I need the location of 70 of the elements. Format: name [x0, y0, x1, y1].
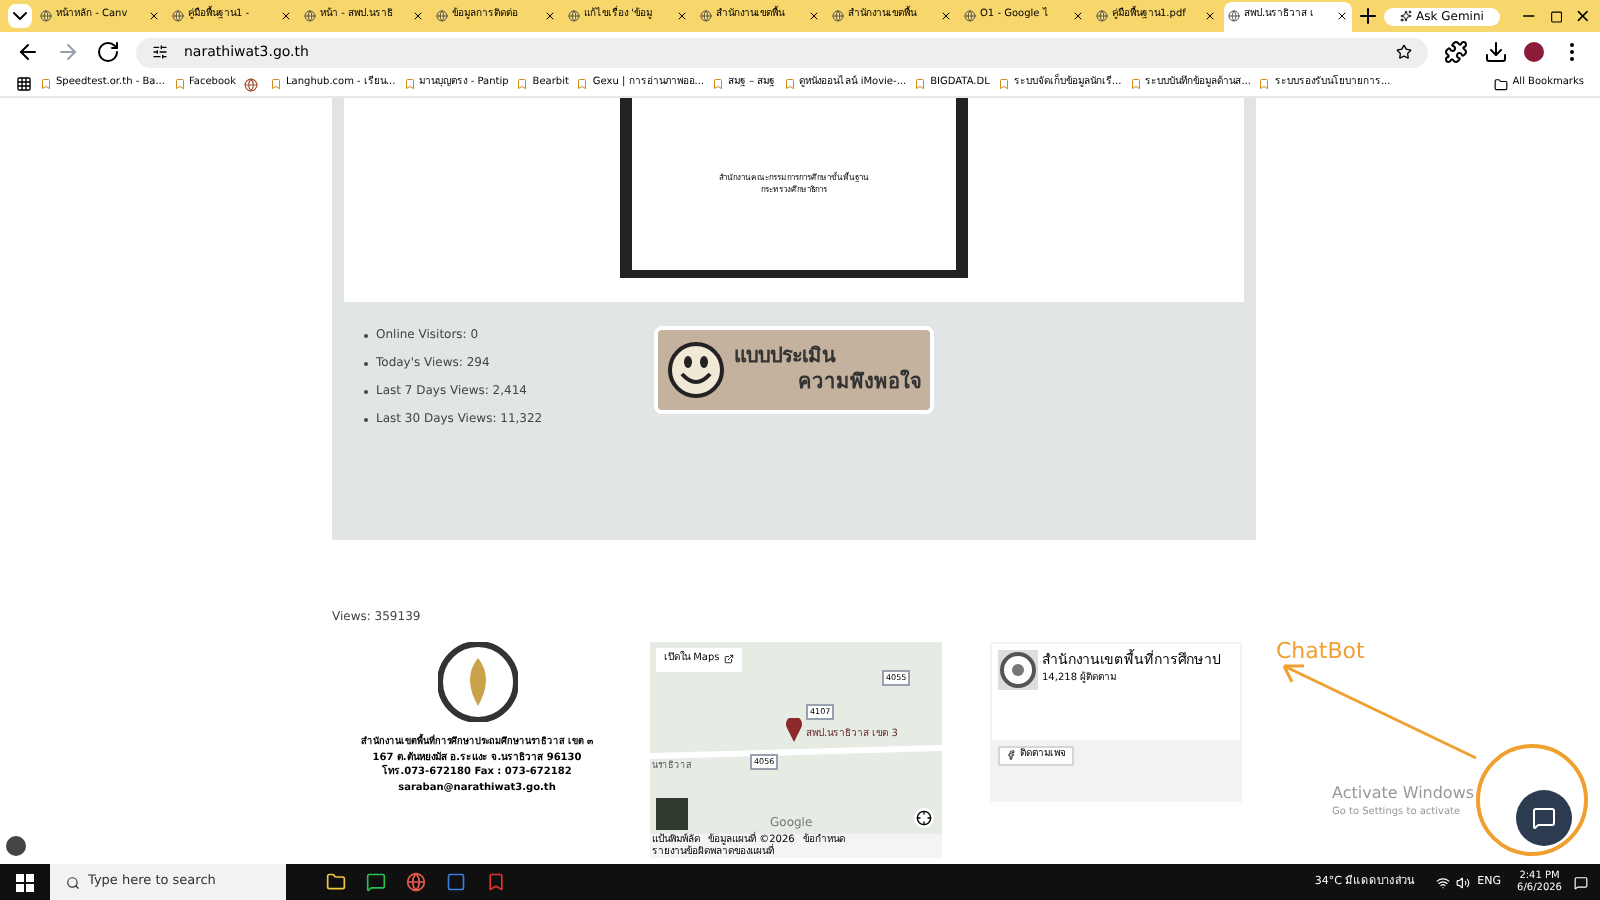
search-icon	[66, 875, 80, 889]
bookmark-icon	[173, 78, 185, 90]
close-icon[interactable]	[808, 10, 820, 22]
site-icon	[304, 10, 316, 22]
close-icon[interactable]	[676, 10, 688, 22]
survey-subtitle: ความพึงพอใจ	[798, 370, 922, 396]
maximize-icon[interactable]	[1549, 7, 1563, 25]
apps-icon[interactable]	[16, 76, 32, 92]
site-settings-icon[interactable]	[152, 44, 168, 60]
windows-start-icon[interactable]	[16, 873, 34, 891]
chat-button[interactable]	[1516, 790, 1572, 846]
chat-icon	[1532, 806, 1556, 830]
bookmark-icon	[403, 78, 416, 90]
bookmark-icon	[1129, 78, 1142, 90]
site-icon	[436, 10, 448, 22]
survey-banner[interactable]: แบบประเมิน ความพึงพอใจ	[654, 326, 934, 414]
survey-title: แบบประเมิน	[734, 344, 838, 369]
site-icon	[1228, 10, 1240, 22]
bookmark-icon	[914, 78, 927, 90]
site-icon	[568, 10, 580, 22]
smiley-icon	[666, 340, 726, 400]
network-icon[interactable]	[1435, 875, 1450, 889]
bookmark-star-icon[interactable]	[1396, 44, 1412, 60]
extensions-icon[interactable]	[1444, 40, 1468, 64]
file-explorer-icon[interactable]	[326, 872, 346, 892]
external-link-icon	[723, 654, 734, 665]
download-icon[interactable]	[1484, 40, 1508, 64]
site-icon	[1096, 10, 1108, 22]
bookmark-icon	[783, 78, 796, 90]
floating-badge-icon[interactable]	[6, 836, 26, 856]
close-icon[interactable]	[544, 10, 556, 22]
new-tab-icon[interactable]	[1356, 4, 1380, 28]
notifications-icon[interactable]	[1574, 875, 1588, 889]
map-pin-icon	[786, 718, 802, 742]
reload-icon[interactable]	[96, 40, 120, 64]
site-icon	[832, 10, 844, 22]
bookmark-icon	[1258, 78, 1271, 90]
folder-icon	[1494, 77, 1509, 91]
activate-windows-title: Activate Windows	[1332, 782, 1475, 806]
bookmark-icon	[997, 78, 1010, 90]
bookmark-icon	[270, 78, 282, 90]
tab-list-icon[interactable]	[8, 4, 32, 28]
sparkle-icon	[1400, 10, 1412, 22]
close-icon[interactable]	[1072, 10, 1084, 22]
close-icon[interactable]	[940, 10, 952, 22]
close-icon[interactable]	[1204, 10, 1216, 22]
close-icon[interactable]	[280, 10, 292, 22]
bookmark-icon	[516, 78, 529, 90]
site-icon	[964, 10, 976, 22]
chat-app-icon[interactable]	[366, 872, 386, 892]
close-icon[interactable]	[148, 10, 160, 22]
site-icon	[40, 10, 52, 22]
page-logo	[998, 650, 1038, 690]
bookmark-icon	[40, 78, 52, 90]
back-icon[interactable]	[16, 40, 40, 64]
bookmark-icon[interactable]	[244, 77, 258, 91]
site-icon	[700, 10, 712, 22]
satellite-thumbnail[interactable]	[656, 798, 688, 830]
forward-icon[interactable]	[56, 40, 80, 64]
office-logo	[437, 642, 517, 722]
close-icon[interactable]	[412, 10, 424, 22]
site-icon	[172, 10, 184, 22]
chatbot-annotation: ChatBot	[1276, 636, 1365, 668]
browser-icon[interactable]	[406, 872, 426, 892]
bookmark-icon	[712, 78, 725, 90]
volume-icon[interactable]	[1455, 875, 1470, 889]
close-icon[interactable]	[1336, 10, 1348, 22]
location-icon[interactable]	[914, 808, 934, 828]
profile-avatar[interactable]	[1524, 42, 1544, 62]
bookmark-icon	[576, 78, 589, 90]
